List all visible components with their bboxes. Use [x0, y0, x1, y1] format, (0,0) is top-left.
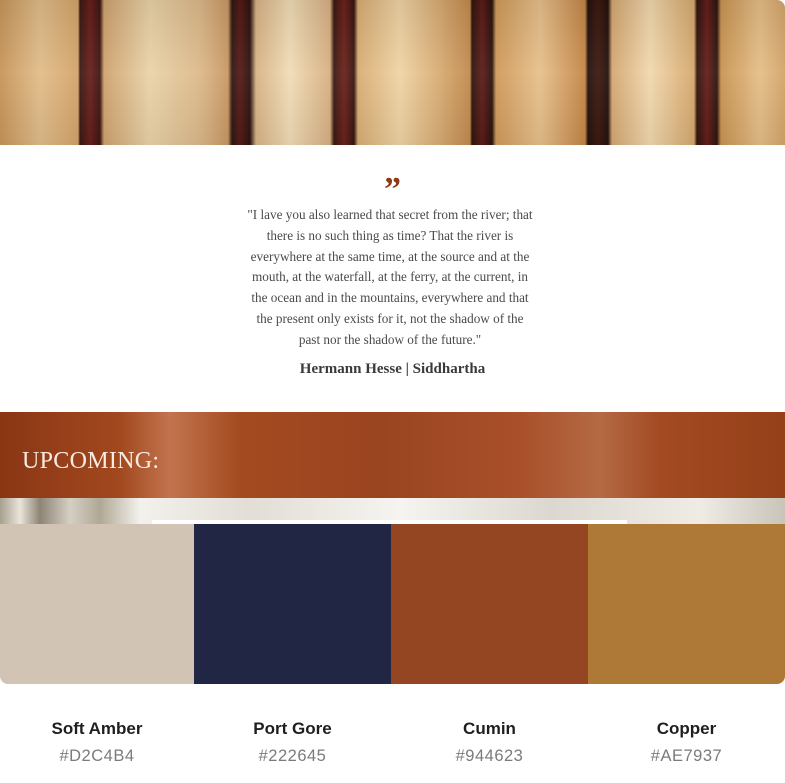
palette-preview-card: ” "I lave you also learned that secret f… [0, 0, 785, 684]
upcoming-banner: UPCOMING: [0, 412, 785, 498]
quote-line: "I lave you also learned that secret fro… [247, 207, 533, 222]
swatch-port-gore[interactable] [194, 524, 391, 684]
quote-mark-icon: ” [384, 173, 401, 199]
upcoming-title: UPCOMING: [22, 448, 160, 474]
swatch-cumin[interactable] [391, 524, 588, 684]
quote-line: mouth, at the waterfall, at the ferry, a… [252, 269, 528, 285]
quote-text: "I lave you also learned that secret fro… [228, 205, 552, 351]
color-hex[interactable]: #AE7937 [588, 746, 785, 766]
color-swatches [0, 524, 785, 684]
quote-line: the present only exists for it, not the … [256, 310, 524, 326]
quote-section: ” "I lave you also learned that secret f… [0, 145, 785, 412]
quote-line: the ocean and in the mountains, everywhe… [251, 290, 529, 306]
color-hex[interactable]: #944623 [391, 746, 588, 766]
color-name: Soft Amber [51, 719, 143, 738]
color-hex[interactable]: #222645 [194, 746, 391, 766]
color-name: Cumin [463, 719, 516, 738]
color-hex[interactable]: #D2C4B4 [0, 746, 194, 766]
color-label-port-gore: Port Gore #222645 [194, 718, 391, 766]
color-label-cumin: Cumin #944623 [391, 718, 588, 766]
color-label-soft-amber: Soft Amber #D2C4B4 [0, 718, 194, 766]
swatch-copper[interactable] [588, 524, 785, 684]
interior-photo-strip [0, 498, 785, 524]
quote-line: past nor the shadow of the future." [298, 331, 482, 347]
color-labels: Soft Amber #D2C4B4 Port Gore #222645 Cum… [0, 718, 785, 778]
quote-attribution: Hermann Hesse | Siddhartha [299, 361, 486, 377]
book-spines-photo [0, 0, 785, 145]
color-label-copper: Copper #AE7937 [588, 718, 785, 766]
color-name: Copper [656, 719, 717, 738]
quote-line: there is no such thing as time? That the… [266, 227, 514, 243]
color-name: Port Gore [253, 719, 332, 738]
swatch-soft-amber[interactable] [0, 524, 194, 684]
quote-line: everywhere at the same time, at the sour… [250, 248, 530, 264]
